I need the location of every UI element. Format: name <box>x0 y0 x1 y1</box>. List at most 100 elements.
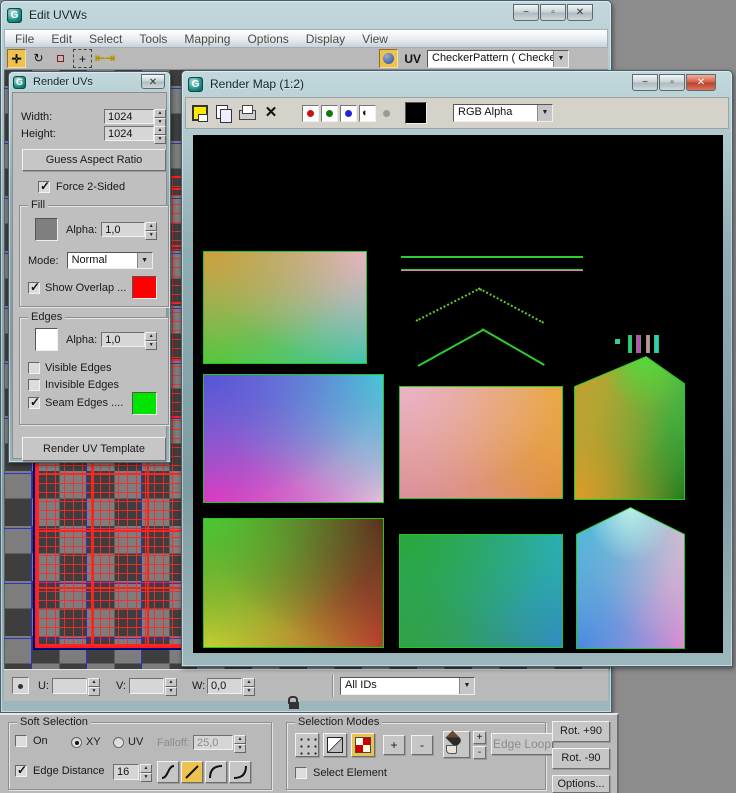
mono-channel-button[interactable] <box>378 105 395 122</box>
render-uvs-close-button[interactable]: ✕ <box>141 74 165 89</box>
force-2sided-checkbox[interactable] <box>38 181 50 193</box>
face-mode-button[interactable] <box>351 733 375 757</box>
height-spinner[interactable]: ▲▼ <box>154 126 166 141</box>
seam-edges-checkbox[interactable] <box>28 397 40 409</box>
force-2sided-label: Force 2-Sided <box>56 181 125 193</box>
menu-view[interactable]: View <box>362 32 388 46</box>
visible-edges-checkbox[interactable] <box>28 362 40 374</box>
rotate-plus90-button[interactable]: Rot. +90 <box>552 721 610 742</box>
absolute-offset-toggle-icon[interactable] <box>12 677 29 694</box>
render-map-maximize-button[interactable]: ▫ <box>659 74 685 91</box>
fill-alpha-spinner[interactable]: ▲▼ <box>145 222 157 237</box>
shrink-selection-button[interactable]: - <box>411 735 433 755</box>
render-uv-template-button[interactable]: Render UV Template <box>22 437 166 461</box>
mirror-tool-icon[interactable]: ⇤⇥ <box>95 49 114 68</box>
menu-file[interactable]: File <box>15 32 34 46</box>
render-map-minimize-button[interactable]: − <box>632 74 658 91</box>
red-channel-button[interactable] <box>302 105 319 122</box>
smooth-curve-button[interactable] <box>157 761 179 783</box>
channel-display-arrow-icon[interactable]: ▼ <box>537 105 552 121</box>
save-icon[interactable] <box>192 105 208 121</box>
material-id-dropdown[interactable]: All IDs ▼ <box>340 677 475 695</box>
minimize-button[interactable]: − <box>513 4 539 21</box>
u-spinner[interactable]: ▲▼ <box>88 678 100 694</box>
fill-color-swatch[interactable] <box>35 218 58 241</box>
v-input[interactable] <box>129 678 164 694</box>
xy-radio[interactable] <box>71 737 82 748</box>
edges-alpha-input[interactable]: 1,0 <box>101 332 145 347</box>
falloff-spinner[interactable]: ▲▼ <box>234 735 246 750</box>
menu-edit[interactable]: Edit <box>51 32 72 46</box>
pattern-dropdown-arrow-icon[interactable]: ▼ <box>553 51 568 67</box>
paint-select-button[interactable] <box>443 731 470 758</box>
edge-distance-checkbox[interactable] <box>15 765 27 777</box>
render-map-close-button[interactable]: ✕ <box>686 74 716 91</box>
material-id-arrow-icon[interactable]: ▼ <box>459 678 474 694</box>
menu-display[interactable]: Display <box>306 32 345 46</box>
invisible-edges-checkbox[interactable] <box>28 379 40 391</box>
menu-tools[interactable]: Tools <box>139 32 167 46</box>
chevron-solid-right <box>482 328 545 366</box>
move-tool-icon[interactable]: ✛ <box>7 49 26 68</box>
options-button[interactable]: Options... <box>552 775 610 793</box>
freeform-tool-icon[interactable]: + <box>73 49 92 68</box>
close-button[interactable]: ✕ <box>567 4 593 21</box>
red-channel-dot-icon <box>307 110 314 117</box>
vertex-mode-button[interactable] <box>295 733 319 757</box>
pattern-dropdown[interactable]: CheckerPattern ( Checker ) ▼ <box>427 50 569 68</box>
background-color-swatch[interactable] <box>405 102 427 124</box>
seam-color-swatch[interactable] <box>132 392 157 415</box>
width-input[interactable]: 1024 <box>104 109 154 124</box>
width-spinner[interactable]: ▲▼ <box>154 109 166 124</box>
soft-selection-on-checkbox[interactable] <box>15 735 27 747</box>
w-spinner[interactable]: ▲▼ <box>243 678 255 694</box>
show-overlap-checkbox[interactable] <box>28 282 40 294</box>
delete-icon[interactable]: ✕ <box>262 104 280 122</box>
overlap-color-swatch[interactable] <box>132 276 157 299</box>
u-input[interactable] <box>52 678 87 694</box>
green-channel-button[interactable] <box>321 105 338 122</box>
edge-loop-button[interactable]: Edge Loop <box>491 733 553 755</box>
rotate-minus90-button[interactable]: Rot. -90 <box>552 748 610 769</box>
alpha-channel-button[interactable]: ◐ <box>359 105 376 122</box>
ease-in-curve-button[interactable] <box>229 761 251 783</box>
copy-icon[interactable] <box>214 104 232 122</box>
edge-distance-input[interactable]: 16 <box>113 764 139 780</box>
soft-selection-group: Soft Selection On XY UV Falloff: 25,0 ▲▼… <box>8 722 272 790</box>
edge-mode-button[interactable] <box>323 733 347 757</box>
menu-mapping[interactable]: Mapping <box>184 32 230 46</box>
fill-mode-dropdown[interactable]: Normal ▼ <box>67 252 153 269</box>
w-input[interactable]: 0,0 <box>207 678 242 694</box>
fill-alpha-input[interactable]: 1,0 <box>101 222 145 237</box>
lock-selection-icon[interactable] <box>286 694 304 712</box>
brush-size-minus-button[interactable]: - <box>473 746 486 759</box>
v-spinner[interactable]: ▲▼ <box>165 678 177 694</box>
select-element-checkbox[interactable] <box>295 767 307 779</box>
brush-size-plus-button[interactable]: + <box>473 731 486 744</box>
edge-distance-spinner[interactable]: ▲▼ <box>140 764 152 780</box>
edit-uvws-titlebar[interactable]: G Edit UVWs − ▫ ✕ <box>1 1 611 29</box>
ease-out-curve-button[interactable] <box>205 761 227 783</box>
maximize-button[interactable]: ▫ <box>540 4 566 21</box>
chevron-dotted-right <box>480 288 545 324</box>
fill-mode-label: Mode: <box>28 255 59 267</box>
channel-display-dropdown[interactable]: RGB Alpha ▼ <box>453 104 553 122</box>
linear-curve-button[interactable] <box>181 761 203 783</box>
texture-cube-icon[interactable] <box>379 49 398 68</box>
edges-alpha-spinner[interactable]: ▲▼ <box>145 332 157 347</box>
rotate-tool-icon[interactable]: ↻ <box>29 49 48 68</box>
fill-mode-arrow-icon[interactable]: ▼ <box>137 253 152 268</box>
blue-channel-button[interactable] <box>340 105 357 122</box>
print-icon[interactable] <box>238 104 256 122</box>
render-map-titlebar[interactable]: G Render Map (1:2) − ▫ ✕ <box>182 71 732 97</box>
grow-selection-button[interactable]: + <box>383 735 405 755</box>
falloff-input[interactable]: 25,0 <box>193 735 233 750</box>
edge-color-swatch[interactable] <box>35 328 58 351</box>
render-map-window: G Render Map (1:2) − ▫ ✕ ✕ ◐ RGB Alpha <box>181 70 733 667</box>
menu-select[interactable]: Select <box>89 32 122 46</box>
height-input[interactable]: 1024 <box>104 126 154 141</box>
guess-aspect-ratio-button[interactable]: Guess Aspect Ratio <box>22 149 166 171</box>
scale-tool-icon[interactable] <box>51 49 70 68</box>
uv-radio[interactable] <box>113 737 124 748</box>
menu-options[interactable]: Options <box>247 32 288 46</box>
